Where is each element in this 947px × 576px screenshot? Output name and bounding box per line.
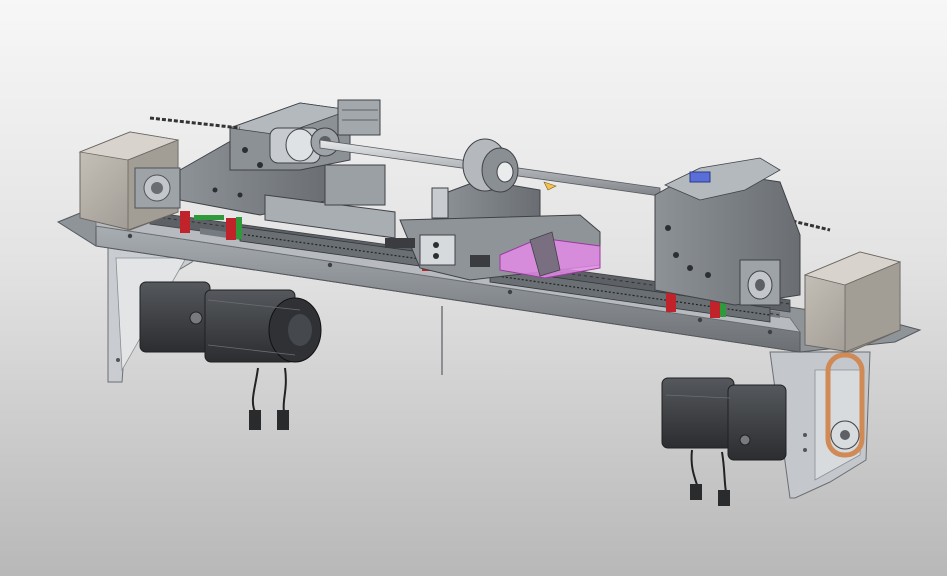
right-servo-motor	[661, 377, 787, 506]
cad-viewport[interactable]	[0, 0, 947, 576]
machine-model	[56, 99, 922, 506]
right-carriage	[654, 157, 801, 306]
left-servo-motor	[139, 281, 322, 430]
left-bearing-block	[134, 167, 181, 209]
